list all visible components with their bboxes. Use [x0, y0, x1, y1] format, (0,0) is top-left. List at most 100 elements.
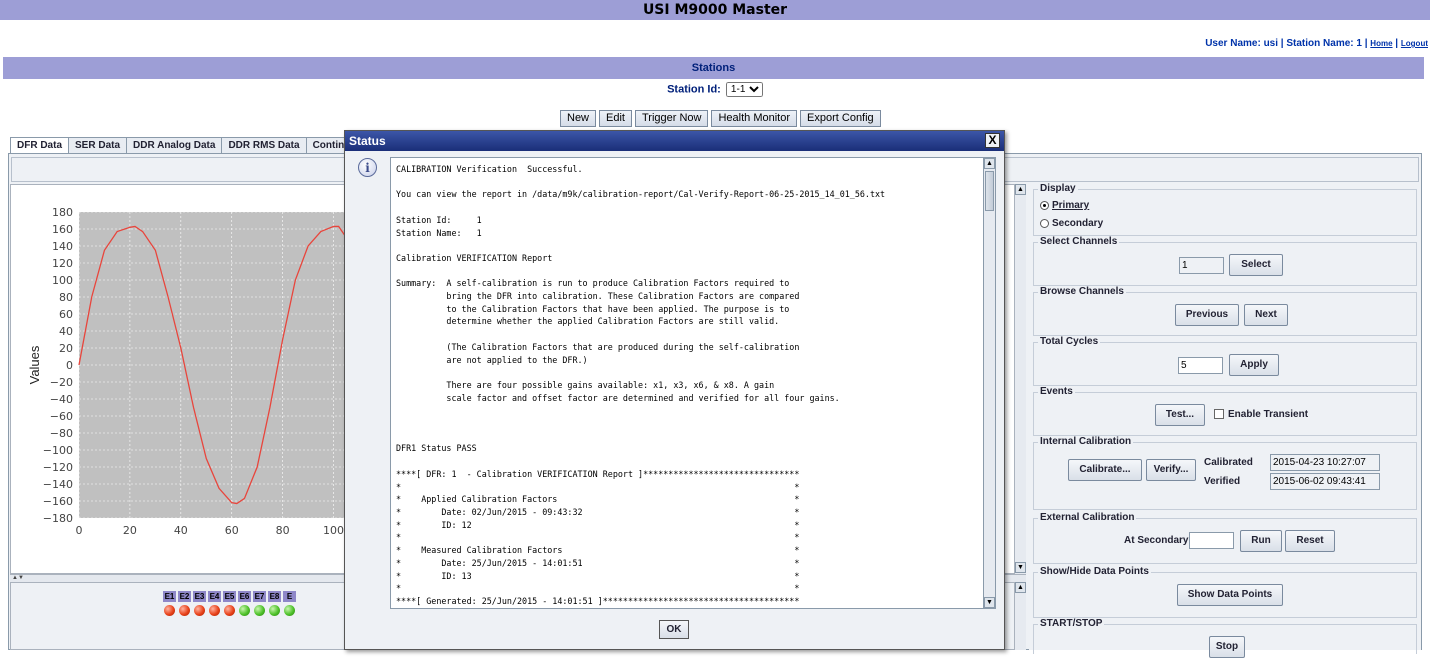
report-scroll-up-icon[interactable]: ▲ — [984, 158, 995, 169]
export-config-button[interactable]: Export Config — [800, 110, 881, 127]
report-scroll-thumb[interactable] — [985, 171, 994, 211]
event-label: E4 — [208, 591, 221, 602]
calibrated-value: 2015-04-23 10:27:07 — [1270, 454, 1380, 471]
run-button[interactable]: Run — [1240, 530, 1282, 552]
report-text-area[interactable]: CALIBRATION Verification Successful. You… — [390, 157, 986, 609]
y-tick-label: −40 — [50, 393, 73, 406]
link-separator: | — [1392, 38, 1401, 49]
y-tick-label: −180 — [43, 512, 73, 525]
y-tick-label: 180 — [52, 206, 73, 219]
event-label: E3 — [193, 591, 206, 602]
event-led-icon — [194, 605, 205, 616]
tab-ser-data[interactable]: SER Data — [68, 137, 128, 153]
show-hide-title: Show/Hide Data Points — [1038, 566, 1151, 577]
user-info-bar: User Name: usi | Station Name: 1 | Home … — [1205, 38, 1428, 49]
report-scroll-down-icon[interactable]: ▼ — [984, 597, 995, 608]
event-led-icon — [254, 605, 265, 616]
y-tick-label: −80 — [50, 427, 73, 440]
app-title: USI M9000 Master — [0, 0, 1430, 20]
select-channels-title: Select Channels — [1038, 236, 1120, 247]
select-channels-group: Select Channels 1 Select — [1033, 236, 1417, 286]
new-button[interactable]: New — [560, 110, 597, 127]
at-secondary-label: At Secondary — [1124, 535, 1189, 546]
y-tick-label: −100 — [43, 444, 73, 457]
edit-button[interactable]: Edit — [599, 110, 632, 127]
y-tick-label: 160 — [52, 223, 73, 236]
x-tick-label: 100 — [323, 524, 344, 537]
tab-ddr-rms-data[interactable]: DDR RMS Data — [221, 137, 307, 153]
tab-ddr-analog-data[interactable]: DDR Analog Data — [126, 137, 223, 153]
verified-label: Verified — [1204, 476, 1241, 487]
report-scrollbar[interactable]: ▲ ▼ — [983, 157, 996, 609]
verified-value: 2015-06-02 09:43:41 — [1270, 473, 1380, 490]
event-led-icon — [269, 605, 280, 616]
stations-header: Stations — [3, 57, 1424, 79]
primary-label: Primary — [1052, 200, 1090, 211]
event-led-icon — [239, 605, 250, 616]
x-tick-label: 0 — [76, 524, 83, 537]
external-calibration-title: External Calibration — [1038, 512, 1137, 523]
apply-button[interactable]: Apply — [1229, 354, 1279, 376]
x-tick-label: 80 — [276, 524, 290, 537]
event-label: E8 — [268, 591, 281, 602]
internal-calibration-group: Internal Calibration Calibrate... Verify… — [1033, 436, 1417, 510]
y-tick-label: −60 — [50, 410, 73, 423]
events-group: Events Test... Enable Transient — [1033, 386, 1417, 436]
event-label: E7 — [253, 591, 266, 602]
event-label: E5 — [223, 591, 236, 602]
y-tick-label: 80 — [59, 291, 73, 304]
secondary-label: Secondary — [1052, 218, 1104, 229]
y-tick-label: 60 — [59, 308, 73, 321]
browse-channels-title: Browse Channels — [1038, 286, 1126, 297]
events-vertical-scrollbar[interactable]: ▲ — [1014, 582, 1026, 650]
y-tick-label: 40 — [59, 325, 73, 338]
secondary-radio[interactable]: Secondary — [1040, 218, 1103, 229]
event-led-icon — [164, 605, 175, 616]
events-scroll-up-icon[interactable]: ▲ — [1015, 582, 1026, 593]
secondary-radio-dot[interactable] — [1040, 219, 1049, 228]
status-dialog: Status X i CALIBRATION Verification Succ… — [344, 130, 1005, 650]
previous-button[interactable]: Previous — [1175, 304, 1239, 326]
reset-button[interactable]: Reset — [1285, 530, 1335, 552]
event-led-icon — [284, 605, 295, 616]
y-tick-label: −20 — [50, 376, 73, 389]
display-title: Display — [1038, 183, 1078, 194]
tab-dfr-data[interactable]: DFR Data — [10, 137, 70, 153]
test-button[interactable]: Test... — [1155, 404, 1205, 426]
enable-transient-checkbox[interactable] — [1214, 409, 1224, 419]
health-monitor-button[interactable]: Health Monitor — [711, 110, 798, 127]
show-data-points-button[interactable]: Show Data Points — [1177, 584, 1283, 606]
enable-transient-label: Enable Transient — [1228, 409, 1309, 420]
control-panel: Display Primary Secondary Select Channel… — [1029, 183, 1421, 658]
close-icon[interactable]: X — [985, 133, 1000, 148]
browse-channels-group: Browse Channels Previous Next — [1033, 286, 1417, 336]
y-tick-label: 120 — [52, 257, 73, 270]
station-id-label: Station Id: — [667, 83, 721, 96]
primary-radio-dot[interactable] — [1040, 201, 1049, 210]
primary-radio[interactable]: Primary — [1040, 200, 1089, 211]
chart-vertical-scrollbar[interactable]: ▲ ▼ — [1014, 184, 1026, 574]
verify-button[interactable]: Verify... — [1146, 459, 1196, 481]
scroll-down-icon[interactable]: ▼ — [1015, 562, 1026, 573]
channel-field[interactable]: 1 — [1179, 257, 1224, 274]
at-secondary-input[interactable] — [1189, 532, 1234, 549]
logout-link[interactable]: Logout — [1401, 39, 1428, 48]
trigger-now-button[interactable]: Trigger Now — [634, 110, 709, 127]
event-label: E — [283, 591, 296, 602]
event-label: E1 — [163, 591, 176, 602]
select-button[interactable]: Select — [1229, 254, 1283, 276]
home-link[interactable]: Home — [1370, 39, 1392, 48]
stop-button[interactable]: Stop — [1209, 636, 1245, 658]
next-button[interactable]: Next — [1244, 304, 1288, 326]
y-tick-label: −140 — [43, 478, 73, 491]
y-tick-label: 140 — [52, 240, 73, 253]
scroll-up-icon[interactable]: ▲ — [1015, 184, 1026, 195]
report-text: CALIBRATION Verification Successful. You… — [396, 164, 886, 606]
event-label: E2 — [178, 591, 191, 602]
calibrate-button[interactable]: Calibrate... — [1068, 459, 1142, 481]
internal-calibration-title: Internal Calibration — [1038, 436, 1134, 447]
total-cycles-input[interactable]: 5 — [1178, 357, 1223, 374]
x-tick-label: 20 — [123, 524, 137, 537]
station-id-select[interactable]: 1-1 — [725, 82, 763, 97]
ok-button[interactable]: OK — [659, 620, 689, 639]
